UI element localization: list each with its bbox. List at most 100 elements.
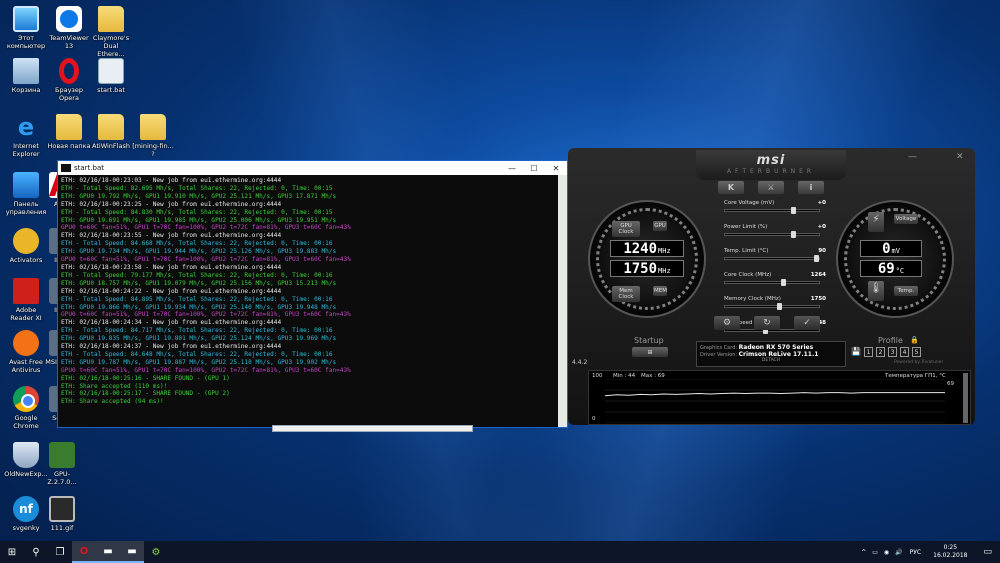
desktop-icon-label: Этот компьютер (6, 34, 46, 50)
desktop-icon[interactable]: Браузер Opera (47, 58, 91, 102)
info-button[interactable]: i (798, 181, 824, 194)
minimize-button[interactable]: — (501, 164, 523, 173)
thermometer-icon: 🌡 (868, 281, 884, 301)
slider-track[interactable] (724, 231, 820, 238)
profile-button[interactable]: 2 (876, 347, 885, 357)
bat-icon (98, 58, 124, 84)
slider-knob[interactable] (790, 207, 796, 214)
desktop-icon[interactable]: Этот компьютер (4, 6, 48, 50)
console-line: ETH - Total Speed: 84.895 Mh/s, Total Sh… (61, 295, 333, 303)
console-line: ETH: 02/16/18-00:25:16 - SHARE FOUND - (… (61, 374, 230, 382)
console-line: ETH - Total Speed: 82.695 Mh/s, Total Sh… (61, 184, 333, 192)
slider-knob[interactable] (790, 231, 796, 238)
detach-button[interactable]: DETACH (700, 358, 842, 363)
notifications-icon[interactable]: ▭ (983, 547, 992, 557)
cmd-icon (61, 164, 71, 172)
slider-row: Power Limit (%) +0 (718, 224, 826, 248)
slider-knob[interactable] (814, 255, 820, 262)
slider-track[interactable] (724, 303, 820, 310)
console-line: ETH - Total Speed: 84.648 Mh/s, Total Sh… (61, 350, 333, 358)
console-line: ETH: GPU0 19.835 Mh/s, GPU1 19.801 Mh/s,… (61, 335, 337, 343)
reset-button[interactable]: ↻ (754, 316, 780, 330)
apply-button[interactable]: ✓ (794, 316, 820, 330)
activ-icon (13, 228, 39, 254)
close-button[interactable]: ✕ (545, 164, 567, 173)
desktop-icon[interactable]: Корзина (4, 58, 48, 94)
console-scrollbar[interactable] (558, 175, 567, 427)
task-view-icon[interactable]: ❐ (48, 541, 72, 563)
profile-button[interactable]: 3 (888, 347, 897, 357)
console-window[interactable]: start.bat — ☐ ✕ ETH: 02/16/18-00:23:03 -… (57, 160, 568, 428)
folder-icon (98, 6, 124, 32)
console-line: ETH: 02/16/18-00:23:03 - New job from eu… (61, 177, 282, 184)
oc-scanner-button[interactable]: ⚔ (758, 181, 784, 194)
volume-icon[interactable]: 🔊 (895, 549, 902, 556)
lock-icon[interactable]: 🔒 (910, 336, 919, 344)
maximize-button[interactable]: ☐ (523, 164, 545, 173)
desktop-icon[interactable]: TeamViewer 13 (47, 6, 91, 50)
mem-clock-readout: 1750MHz (610, 260, 684, 277)
slider-label: Core Voltage (mV) (724, 200, 775, 206)
language-indicator[interactable]: РУС (910, 549, 921, 556)
ie-icon: e (17, 113, 35, 141)
clock-time: 0:25 (943, 544, 958, 551)
slider-track[interactable] (724, 207, 820, 214)
console-line: ETH: GPU0 19.866 Mh/s, GPU1 19.934 Mh/s,… (61, 303, 337, 311)
clock-gauge (588, 200, 706, 318)
profile-button[interactable]: 5 (912, 347, 921, 357)
msi-logo: msi (756, 153, 786, 168)
network-icon[interactable]: ▭ (872, 549, 878, 556)
desktop-icon[interactable]: e Internet Explorer (4, 114, 48, 158)
slider-track[interactable] (724, 279, 820, 286)
console-title: start.bat (74, 164, 105, 172)
gpuz-icon (49, 442, 75, 468)
save-profile-icon[interactable]: 💾 (851, 347, 861, 357)
graphics-card-name: Radeon RX 570 Series (738, 344, 814, 351)
taskbar-afterburner[interactable]: ▬ (120, 541, 144, 563)
desktop-icon[interactable]: [mining-fin... ? (131, 114, 175, 158)
hardware-monitor[interactable]: 100 Min : 44 Max : 69 Температура ГП1, °… (588, 370, 971, 425)
search-icon[interactable]: ⚲ (24, 541, 48, 563)
start-button[interactable]: ⊞ (0, 541, 24, 563)
pdf-icon (13, 278, 39, 304)
desktop-icon-label: 111.gif (50, 524, 74, 532)
slider-track[interactable] (724, 255, 820, 262)
taskbar-opera[interactable]: O (72, 541, 96, 563)
profile-button[interactable]: 1 (864, 347, 873, 357)
status-icon[interactable]: ◉ (884, 549, 889, 556)
slider-knob[interactable] (776, 303, 782, 310)
desktop-icon[interactable]: start.bat (89, 58, 133, 94)
desktop-icon[interactable]: Новая папка (47, 114, 91, 150)
gif-icon (49, 496, 75, 522)
afterburner-subtitle: AFTERBURNER (726, 168, 816, 175)
minimize-button[interactable]: — (908, 152, 917, 162)
desktop-icon[interactable]: 111.gif (40, 496, 84, 532)
afterburner-window[interactable]: msi AFTERBURNER — ✕ K ⚔ i GPU Clock GPU … (568, 148, 975, 425)
chrome-icon (13, 386, 39, 412)
slider-value: +0 (817, 224, 826, 230)
desktop-icon[interactable]: Claymore's Dual Ethere... (89, 6, 133, 58)
background-window-edge[interactable] (272, 425, 473, 432)
kombustor-button[interactable]: K (718, 181, 744, 194)
console-titlebar[interactable]: start.bat — ☐ ✕ (58, 161, 567, 175)
tray-chevron-icon[interactable]: ^ (861, 549, 866, 556)
startup-toggle[interactable]: ⊞ (632, 347, 668, 357)
close-button[interactable]: ✕ (956, 152, 964, 162)
clock[interactable]: 0:25 16.02.2018 (933, 544, 967, 560)
avast-icon (13, 330, 39, 356)
desktop-icon-label: Корзина (11, 86, 41, 94)
settings-button[interactable]: ⚙ (714, 316, 740, 330)
taskbar-console[interactable]: ▬ (96, 541, 120, 563)
desktop-icon-label: TeamViewer 13 (49, 34, 89, 50)
console-line: ETH: Share accepted (110 ms)! (61, 382, 168, 390)
slider-knob[interactable] (781, 279, 787, 286)
monitor-current: 69 (947, 381, 954, 387)
profile-button[interactable]: 4 (900, 347, 909, 357)
desktop-icon[interactable]: AtiWinFlash (89, 114, 133, 150)
console-line: ETH: GPU0 19.734 Mh/s, GPU1 19.944 Mh/s,… (61, 248, 337, 256)
console-line: GPU0 t=60C fan=51%, GPU1 t=70C fan=100%,… (61, 311, 351, 319)
desktop-icon[interactable]: GPU-Z.2.7.0... (40, 442, 84, 486)
taskbar-app[interactable]: ⚙ (144, 541, 168, 563)
console-line: ETH: 02/16/18-00:24:34 - New job from eu… (61, 319, 282, 327)
monitor-scrollbar[interactable] (963, 373, 968, 423)
